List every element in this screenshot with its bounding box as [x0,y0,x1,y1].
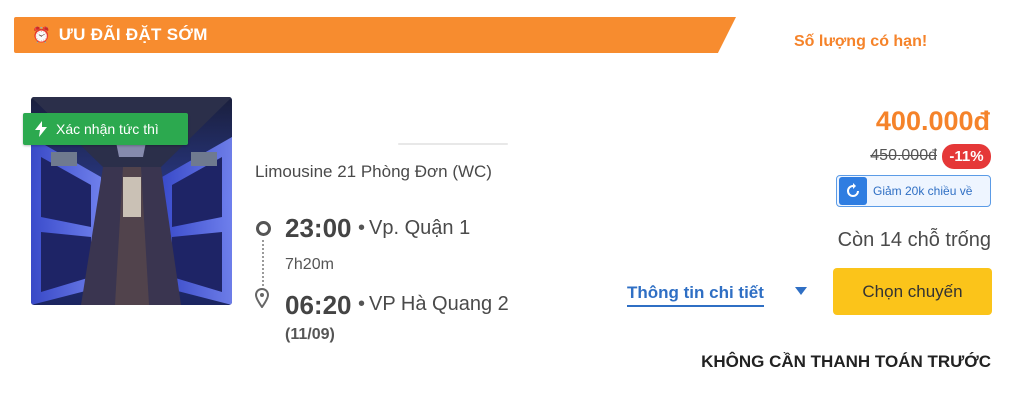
original-price: 450.000đ [870,147,937,164]
arrival-time: 06:20 [285,290,352,320]
current-price: 400.000đ [875,106,990,136]
seats-available: Còn 14 chỗ trống [837,229,991,251]
lightning-bolt-icon [35,121,47,137]
promo-label: ƯU ĐÃI ĐẶT SỚM [58,25,208,44]
chevron-down-icon[interactable] [795,287,807,295]
departure-time: 23:00 [285,213,352,243]
refresh-icon [839,177,867,205]
divider-line [398,143,508,145]
departure-place: • Vp. Quận 1 [358,217,471,239]
instant-confirmation-label: Xác nhận tức thì [56,121,159,137]
trip-duration: 7h20m [285,256,334,273]
discount-badge: -11% [942,144,991,169]
departure-circle-icon [256,221,271,236]
select-trip-button[interactable]: Chọn chuyến [833,268,992,315]
no-prepayment-notice: KHÔNG CẦN THANH TOÁN TRƯỚC [701,352,991,371]
limited-quantity-text: Số lượng có hạn! [794,33,928,50]
details-link[interactable]: Thông tin chi tiết [627,283,764,307]
location-pin-icon [254,287,270,309]
early-booking-banner: ⏰ ƯU ĐÃI ĐẶT SỚM [14,17,736,53]
arrival-date: (11/09) [285,326,335,343]
route-dotted-line [262,240,264,286]
arrival-place: • VP Hà Quang 2 [358,293,509,315]
alarm-clock-icon: ⏰ [32,26,51,44]
instant-confirmation-badge: Xác nhận tức thì [23,113,188,145]
return-discount-tag[interactable]: Giảm 20k chiều về [836,175,991,207]
return-discount-label: Giảm 20k chiều về [873,184,973,198]
bus-name: Limousine 21 Phòng Đơn (WC) [255,162,492,181]
